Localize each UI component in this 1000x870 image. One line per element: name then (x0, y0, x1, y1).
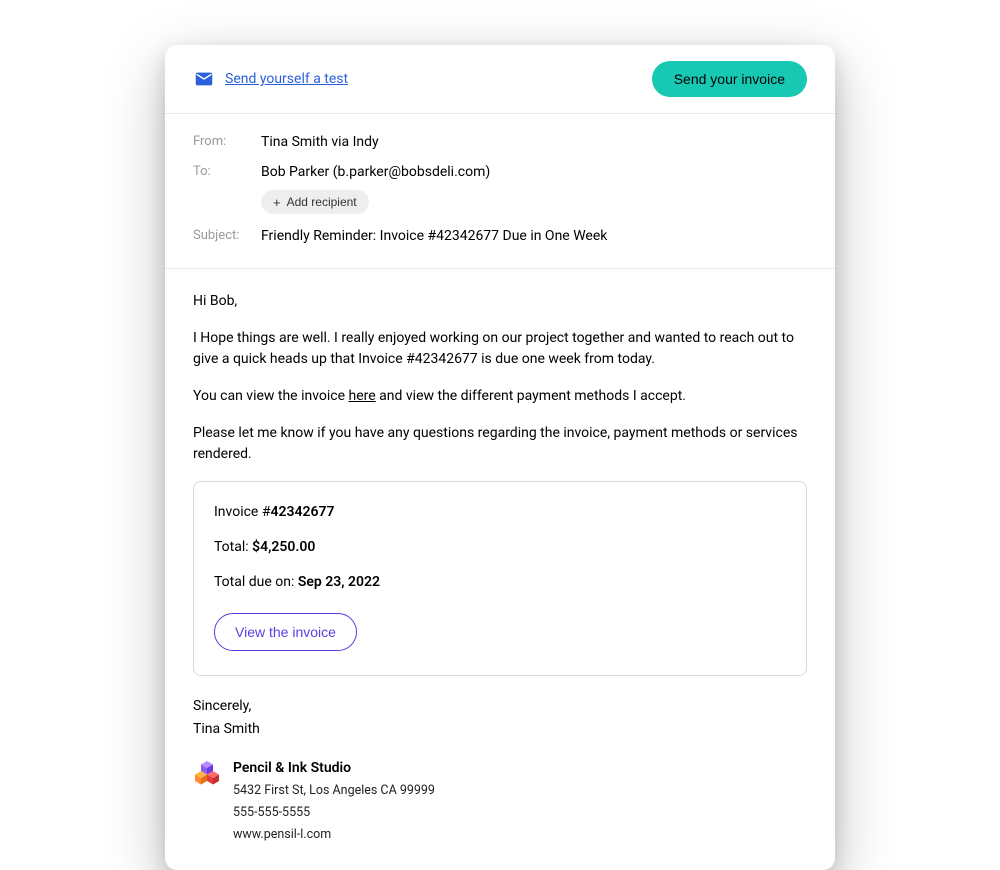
invoice-total-prefix: Total: (214, 539, 252, 555)
email-body: Hi Bob, I Hope things are well. I really… (165, 269, 835, 870)
from-row: From: Tina Smith via Indy (193, 134, 807, 150)
add-recipient-button[interactable]: + Add recipient (261, 190, 369, 214)
signoff-name: Tina Smith (193, 719, 807, 740)
header-bar: Send yourself a test Send your invoice (165, 45, 835, 114)
company-info: Pencil & Ink Studio 5432 First St, Los A… (233, 758, 435, 844)
invoice-due-prefix: Total due on: (214, 574, 298, 590)
invoice-number-value: 42342677 (270, 504, 334, 520)
to-label: To: (193, 164, 261, 179)
body-para-2-before: You can view the invoice (193, 388, 349, 404)
subject-value: Friendly Reminder: Invoice #42342677 Due… (261, 228, 607, 244)
subject-row: Subject: Friendly Reminder: Invoice #423… (193, 228, 807, 244)
invoice-total-line: Total: $4,250.00 (214, 537, 786, 558)
to-row: To: Bob Parker (b.parker@bobsdeli.com) +… (193, 164, 807, 214)
from-label: From: (193, 134, 261, 149)
test-link-wrap: Send yourself a test (193, 68, 348, 90)
company-logo-icon (193, 760, 221, 788)
invoice-here-link[interactable]: here (349, 388, 376, 404)
company-address: 5432 First St, Los Angeles CA 99999 (233, 782, 435, 801)
email-compose-card: Send yourself a test Send your invoice F… (165, 45, 835, 870)
subject-label: Subject: (193, 228, 261, 243)
body-para-1: I Hope things are well. I really enjoyed… (193, 328, 807, 370)
recipient-block: Bob Parker (b.parker@bobsdeli.com) + Add… (261, 164, 490, 214)
invoice-summary-card: Invoice #42342677 Total: $4,250.00 Total… (193, 481, 807, 676)
invoice-number-line: Invoice #42342677 (214, 502, 786, 523)
company-name: Pencil & Ink Studio (233, 758, 435, 779)
signoff-closing: Sincerely, (193, 696, 807, 717)
send-invoice-button[interactable]: Send your invoice (652, 61, 807, 97)
send-test-link[interactable]: Send yourself a test (225, 71, 348, 87)
invoice-due-line: Total due on: Sep 23, 2022 (214, 572, 786, 593)
signature-block: Pencil & Ink Studio 5432 First St, Los A… (193, 758, 807, 844)
greeting: Hi Bob, (193, 291, 807, 312)
invoice-total-value: $4,250.00 (252, 539, 315, 555)
email-meta-section: From: Tina Smith via Indy To: Bob Parker… (165, 114, 835, 269)
add-recipient-label: Add recipient (287, 195, 357, 209)
invoice-due-value: Sep 23, 2022 (298, 574, 380, 590)
invoice-number-prefix: Invoice # (214, 504, 270, 520)
body-para-3: Please let me know if you have any quest… (193, 423, 807, 465)
body-para-2: You can view the invoice here and view t… (193, 386, 807, 407)
view-invoice-button[interactable]: View the invoice (214, 613, 357, 651)
from-value: Tina Smith via Indy (261, 134, 379, 150)
plus-icon: + (273, 196, 281, 209)
to-value: Bob Parker (b.parker@bobsdeli.com) (261, 164, 490, 180)
body-para-2-after: and view the different payment methods I… (376, 388, 686, 404)
company-phone: 555-555-5555 (233, 804, 435, 823)
mail-icon (193, 68, 215, 90)
company-website: www.pensil-l.com (233, 826, 435, 845)
